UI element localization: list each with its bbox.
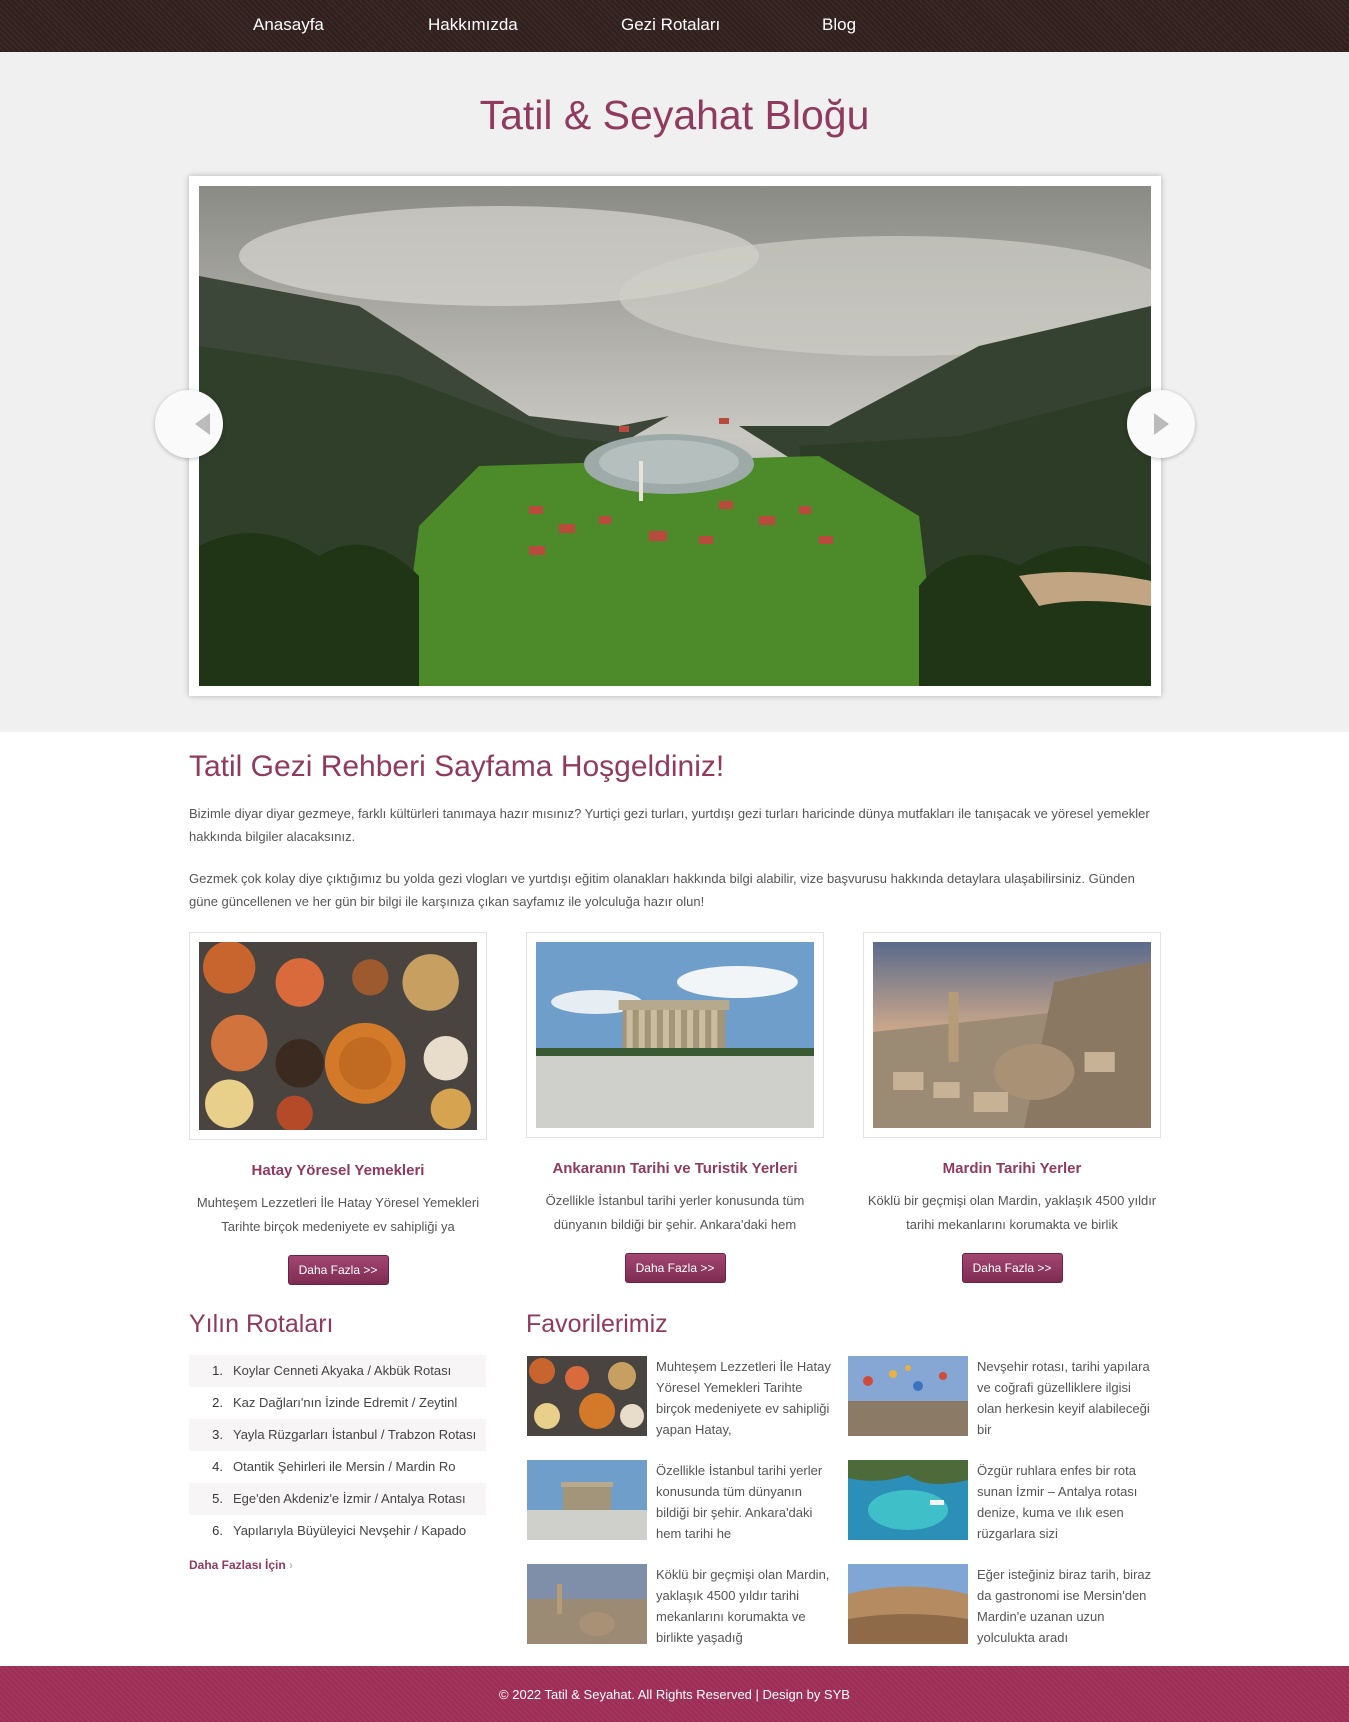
card-title[interactable]: Mardin Tarihi Yerler xyxy=(863,1160,1161,1177)
nav-link-gezi-rotalari[interactable]: Gezi Rotaları xyxy=(621,15,720,35)
card-title[interactable]: Hatay Yöresel Yemekleri xyxy=(189,1162,487,1179)
card-image-hatay-food xyxy=(199,942,477,1130)
favorite-thumb-food xyxy=(527,1356,647,1436)
favorite-text: Nevşehir rotası, tarihi yapılara ve coğr… xyxy=(977,1359,1150,1437)
favorite-thumb-coast xyxy=(848,1460,968,1540)
favorite-thumb-mersin xyxy=(848,1564,968,1644)
arrow-right-icon xyxy=(1154,413,1169,435)
route-item[interactable]: 1. Koylar Cenneti Akyaka / Akbük Rotası xyxy=(189,1355,486,1387)
card-ankara: Ankaranın Tarihi ve Turistik Yerleri Öze… xyxy=(526,932,824,1283)
image-slider xyxy=(155,176,1195,696)
nav-link-anasayfa[interactable]: Anasayfa xyxy=(253,15,324,35)
site-title: Tatil & Seyahat Bloğu xyxy=(479,92,870,138)
card-image-mardin xyxy=(873,942,1151,1128)
route-item[interactable]: 2. Kaz Dağları'nın İzinde Edremit / Zeyti… xyxy=(189,1387,486,1419)
footer: © 2022 Tatil & Seyahat. All Rights Reser… xyxy=(0,1666,1349,1722)
favorite-item[interactable]: Eğer isteğiniz biraz tarih, biraz da gas… xyxy=(848,1564,1151,1659)
favorite-text: Eğer isteğiniz biraz tarih, biraz da gas… xyxy=(977,1567,1152,1645)
routes-more-link[interactable]: Daha Fazlası İçin › xyxy=(189,1558,293,1572)
route-item[interactable]: 5. Ege'den Akdeniz'e İzmir / Antalya Rota… xyxy=(189,1483,486,1515)
read-more-button[interactable]: Daha Fazla >> xyxy=(624,1253,726,1283)
routes-list: 1. Koylar Cenneti Akyaka / Akbük Rotası 2… xyxy=(189,1355,486,1547)
favorites-title: Favorilerimiz xyxy=(526,1310,668,1338)
favorite-text: Özgür ruhlara enfes bir rota sunan İzmir… xyxy=(977,1463,1138,1541)
nav-link-hakkimizda[interactable]: Hakkımızda xyxy=(428,15,518,35)
card-excerpt: Muhteşem Lezzetleri İle Hatay Yöresel Ye… xyxy=(196,1195,480,1234)
card-image-frame xyxy=(189,932,487,1140)
card-image-frame xyxy=(863,932,1161,1138)
card-excerpt: Özellikle İstanbul tarihi yerler konusun… xyxy=(545,1193,805,1232)
welcome-paragraph-2: Gezmek çok kolay diye çıktığımız bu yold… xyxy=(189,871,1135,909)
routes-title: Yılın Rotaları xyxy=(189,1310,334,1338)
favorite-thumb-nevsehir xyxy=(848,1356,968,1436)
nav-link-blog[interactable]: Blog xyxy=(822,15,856,35)
welcome-title: Tatil Gezi Rehberi Sayfama Hoşgeldiniz! xyxy=(189,750,725,783)
favorite-item[interactable]: Muhteşem Lezzetleri İle Hatay Yöresel Ye… xyxy=(527,1356,831,1451)
arrow-left-icon xyxy=(195,413,210,435)
hero-section: Tatil & Seyahat Bloğu xyxy=(0,52,1349,732)
card-hatay: Hatay Yöresel Yemekleri Muhteşem Lezzetl… xyxy=(189,932,487,1285)
read-more-button[interactable]: Daha Fazla >> xyxy=(961,1253,1063,1283)
favorite-item[interactable]: Nevşehir rotası, tarihi yapılara ve coğr… xyxy=(848,1356,1150,1451)
slide-image-mountain-lake xyxy=(199,186,1151,686)
slider-prev-button[interactable] xyxy=(155,390,223,458)
favorite-item[interactable]: Özellikle İstanbul tarihi yerler konusun… xyxy=(527,1460,827,1555)
card-image-frame xyxy=(526,932,824,1138)
card-excerpt: Köklü bir geçmişi olan Mardin, yaklaşık … xyxy=(867,1193,1157,1232)
slider-next-button[interactable] xyxy=(1127,390,1195,458)
route-item[interactable]: 4. Otantik Şehirleri ile Mersin / Mardin … xyxy=(189,1451,486,1483)
favorite-text: Muhteşem Lezzetleri İle Hatay Yöresel Ye… xyxy=(656,1359,831,1437)
top-navigation: Anasayfa Hakkımızda Gezi Rotaları Blog xyxy=(0,0,1349,52)
card-image-anitkabir xyxy=(536,942,814,1128)
favorite-item[interactable]: Özgür ruhlara enfes bir rota sunan İzmir… xyxy=(848,1460,1148,1555)
card-title[interactable]: Ankaranın Tarihi ve Turistik Yerleri xyxy=(526,1160,824,1177)
favorite-text: Köklü bir geçmişi olan Mardin, yaklaşık … xyxy=(656,1567,830,1645)
read-more-button[interactable]: Daha Fazla >> xyxy=(287,1255,389,1285)
favorite-thumb-anitkabir xyxy=(527,1460,647,1540)
favorite-thumb-mardin xyxy=(527,1564,647,1644)
chevron-right-icon: › xyxy=(289,1558,294,1572)
card-mardin: Mardin Tarihi Yerler Köklü bir geçmişi o… xyxy=(863,932,1161,1283)
welcome-paragraph-1: Bizimle diyar diyar gezmeye, farklı kült… xyxy=(189,806,1150,844)
route-item[interactable]: 3. Yayla Rüzgarları İstanbul / Trabzon Ro… xyxy=(189,1419,486,1451)
route-item[interactable]: 6. Yapılarıyla Büyüleyici Nevşehir / Kapa… xyxy=(189,1515,486,1547)
favorite-item[interactable]: Köklü bir geçmişi olan Mardin, yaklaşık … xyxy=(527,1564,829,1659)
copyright-text: © 2022 Tatil & Seyahat. All Rights Reser… xyxy=(499,1687,850,1702)
favorite-text: Özellikle İstanbul tarihi yerler konusun… xyxy=(656,1463,823,1541)
